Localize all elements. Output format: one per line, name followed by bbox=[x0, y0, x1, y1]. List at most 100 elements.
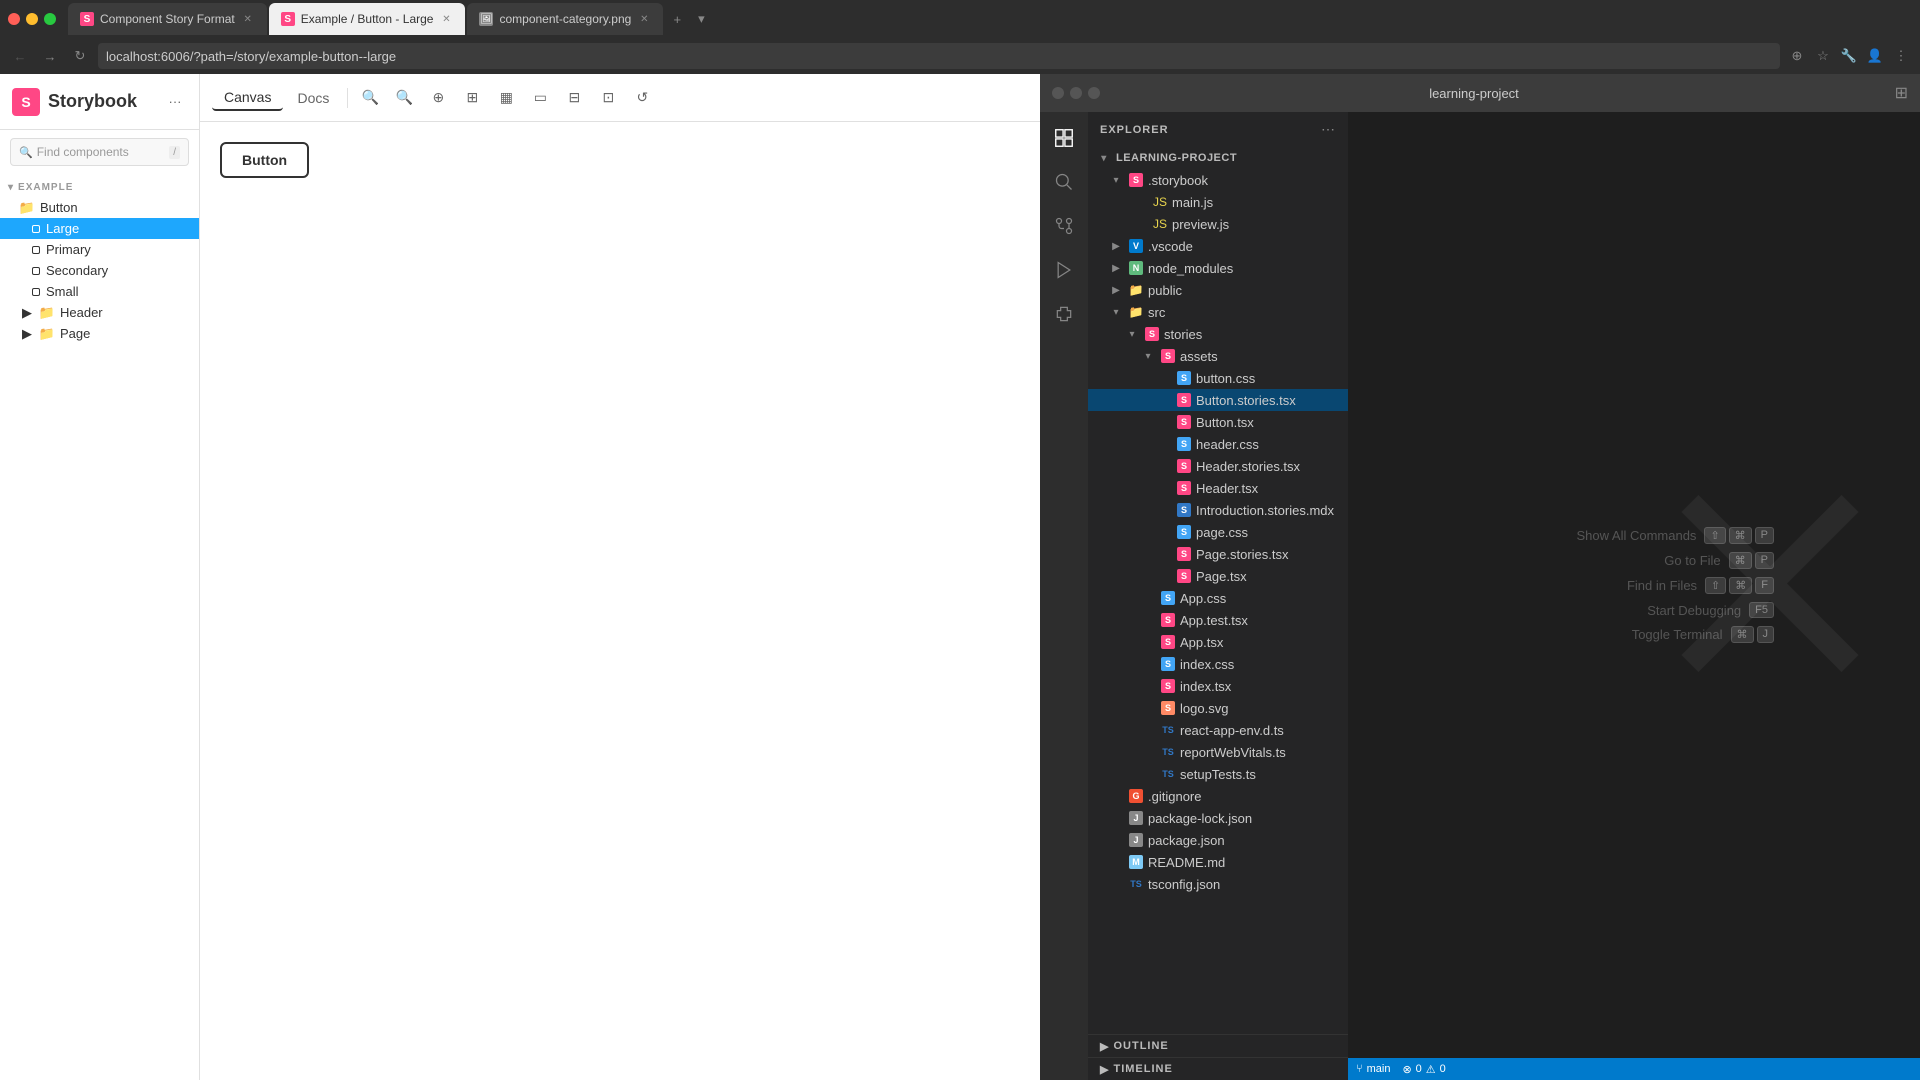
vscode-minimize[interactable] bbox=[1070, 87, 1082, 99]
index-css-item[interactable]: S index.css bbox=[1088, 653, 1348, 675]
button-group[interactable]: 📁 Button bbox=[0, 197, 199, 218]
timeline-header[interactable]: ▶ TIMELINE bbox=[1088, 1058, 1348, 1080]
statusbar-errors[interactable]: ⊗ 0 ⚠ 0 bbox=[1402, 1063, 1445, 1076]
introduction-mdx-item[interactable]: S Introduction.stories.mdx bbox=[1088, 499, 1348, 521]
search-activity-icon[interactable] bbox=[1046, 164, 1082, 200]
viewport-tool[interactable]: ▭ bbox=[524, 82, 556, 114]
tab-list-button[interactable]: ▾ bbox=[689, 7, 713, 31]
app-css-item[interactable]: S App.css bbox=[1088, 587, 1348, 609]
logo-svg-label: logo.svg bbox=[1180, 701, 1228, 716]
measure-tool[interactable]: ⊟ bbox=[558, 82, 590, 114]
gitignore-item[interactable]: G .gitignore bbox=[1088, 785, 1348, 807]
button-stories-tsx-item[interactable]: S Button.stories.tsx bbox=[1088, 389, 1348, 411]
search-input[interactable]: 🔍 Find components / bbox=[10, 138, 189, 166]
logo-svg-item[interactable]: S logo.svg bbox=[1088, 697, 1348, 719]
storybook-more-button[interactable]: ··· bbox=[163, 90, 187, 114]
public-folder-chevron: ▶ bbox=[1108, 285, 1124, 296]
new-tab-button[interactable]: + bbox=[665, 7, 689, 31]
setup-tests-item[interactable]: TS setupTests.ts bbox=[1088, 763, 1348, 785]
vscode-layout-icon[interactable]: ⊞ bbox=[1895, 83, 1908, 103]
vscode-folder-item[interactable]: ▶ V .vscode bbox=[1088, 235, 1348, 257]
new-file-icon[interactable]: ⋯ bbox=[1320, 122, 1336, 138]
app-tsx-item[interactable]: S App.tsx bbox=[1088, 631, 1348, 653]
debug-activity-icon[interactable] bbox=[1046, 252, 1082, 288]
tab-csf[interactable]: S Component Story Format ✕ bbox=[68, 3, 267, 35]
header-group[interactable]: ▶ 📁 Header bbox=[0, 302, 199, 323]
report-web-vitals-item[interactable]: TS reportWebVitals.ts bbox=[1088, 741, 1348, 763]
button-css-item[interactable]: S button.css bbox=[1088, 367, 1348, 389]
tab-example[interactable]: S Example / Button - Large ✕ bbox=[269, 3, 466, 35]
project-root[interactable]: ▾ LEARNING-PROJECT bbox=[1088, 147, 1348, 169]
vscode-close[interactable] bbox=[1052, 87, 1064, 99]
statusbar-branch[interactable]: ⑂ main bbox=[1356, 1063, 1390, 1075]
stories-folder-item[interactable]: ▾ S stories bbox=[1088, 323, 1348, 345]
extensions-icon[interactable]: 🔧 bbox=[1838, 45, 1860, 67]
primary-story-item[interactable]: Primary bbox=[0, 239, 199, 260]
secondary-story-item[interactable]: Secondary bbox=[0, 260, 199, 281]
public-folder-item[interactable]: ▶ 📁 public bbox=[1088, 279, 1348, 301]
package-lock-item[interactable]: J package-lock.json bbox=[1088, 807, 1348, 829]
main-js-item[interactable]: JS main.js bbox=[1088, 191, 1348, 213]
reload-button[interactable]: ↻ bbox=[68, 44, 92, 68]
grid-tool[interactable]: ⊞ bbox=[456, 82, 488, 114]
header-stories-tsx-item[interactable]: S Header.stories.tsx bbox=[1088, 455, 1348, 477]
storybook-folder-item[interactable]: ▾ S .storybook bbox=[1088, 169, 1348, 191]
tab-close-csf[interactable]: ✕ bbox=[241, 12, 255, 26]
fullscreen-tool[interactable]: ⊡ bbox=[592, 82, 624, 114]
bookmark-icon[interactable]: ☆ bbox=[1812, 45, 1834, 67]
example-section-header[interactable]: ▾ EXAMPLE bbox=[0, 178, 199, 197]
canvas-tab[interactable]: Canvas bbox=[212, 85, 283, 111]
large-story-item[interactable]: Large bbox=[0, 218, 199, 239]
extensions-activity-icon[interactable] bbox=[1046, 296, 1082, 332]
forward-button[interactable]: → bbox=[38, 44, 62, 68]
zoom-out-tool[interactable]: 🔍 bbox=[388, 82, 420, 114]
zoom-icon[interactable]: ⊕ bbox=[1786, 45, 1808, 67]
vscode-maximize[interactable] bbox=[1088, 87, 1100, 99]
index-tsx-icon: S bbox=[1160, 678, 1176, 694]
react-app-env-item[interactable]: TS react-app-env.d.ts bbox=[1088, 719, 1348, 741]
docs-tab[interactable]: Docs bbox=[285, 86, 341, 110]
assets-folder-item[interactable]: ▾ S assets bbox=[1088, 345, 1348, 367]
page-tsx-icon: S bbox=[1176, 568, 1192, 584]
tab-component-category[interactable]: 🖼 component-category.png ✕ bbox=[467, 3, 663, 35]
search-tool[interactable]: 🔍 bbox=[354, 82, 386, 114]
editor-container: Show All Commands ⇧ ⌘ P Go to File ⌘ bbox=[1348, 112, 1920, 1058]
header-tsx-item[interactable]: S Header.tsx bbox=[1088, 477, 1348, 499]
header-css-item[interactable]: S header.css bbox=[1088, 433, 1348, 455]
gitignore-icon: G bbox=[1128, 788, 1144, 804]
git-activity-icon[interactable] bbox=[1046, 208, 1082, 244]
page-stories-tsx-item[interactable]: S Page.stories.tsx bbox=[1088, 543, 1348, 565]
readme-md-item[interactable]: M README.md bbox=[1088, 851, 1348, 873]
back-button[interactable]: ← bbox=[8, 44, 32, 68]
profile-icon[interactable]: 👤 bbox=[1864, 45, 1886, 67]
minimize-button[interactable] bbox=[26, 13, 38, 25]
app-test-tsx-item[interactable]: S App.test.tsx bbox=[1088, 609, 1348, 631]
package-json-item[interactable]: J package.json bbox=[1088, 829, 1348, 851]
outline-header[interactable]: ▶ OUTLINE bbox=[1088, 1035, 1348, 1057]
address-input[interactable] bbox=[98, 43, 1780, 69]
sync-tool[interactable]: ↺ bbox=[626, 82, 658, 114]
maximize-button[interactable] bbox=[44, 13, 56, 25]
menu-icon[interactable]: ⋮ bbox=[1890, 45, 1912, 67]
page-tsx-item[interactable]: S Page.tsx bbox=[1088, 565, 1348, 587]
small-story-item[interactable]: Small bbox=[0, 281, 199, 302]
report-web-vitals-label: reportWebVitals.ts bbox=[1180, 745, 1286, 760]
tab-close-img[interactable]: ✕ bbox=[637, 12, 651, 26]
explorer-activity-icon[interactable] bbox=[1046, 120, 1082, 156]
tsconfig-json-item[interactable]: TS tsconfig.json bbox=[1088, 873, 1348, 895]
page-css-item[interactable]: S page.css bbox=[1088, 521, 1348, 543]
tab-close-example[interactable]: ✕ bbox=[439, 12, 453, 26]
node-modules-icon: N bbox=[1128, 260, 1144, 276]
index-tsx-item[interactable]: S index.tsx bbox=[1088, 675, 1348, 697]
node-modules-item[interactable]: ▶ N node_modules bbox=[1088, 257, 1348, 279]
close-button[interactable] bbox=[8, 13, 20, 25]
zoom-reset-tool[interactable]: ⊕ bbox=[422, 82, 454, 114]
src-folder-item[interactable]: ▾ 📁 src bbox=[1088, 301, 1348, 323]
page-folder-icon: 📁 bbox=[40, 327, 54, 341]
preview-js-item[interactable]: JS preview.js bbox=[1088, 213, 1348, 235]
layout-tool[interactable]: ▦ bbox=[490, 82, 522, 114]
app-tsx-label: App.tsx bbox=[1180, 635, 1223, 650]
page-group[interactable]: ▶ 📁 Page bbox=[0, 323, 199, 344]
preview-button[interactable]: Button bbox=[220, 142, 309, 178]
button-tsx-item[interactable]: S Button.tsx bbox=[1088, 411, 1348, 433]
